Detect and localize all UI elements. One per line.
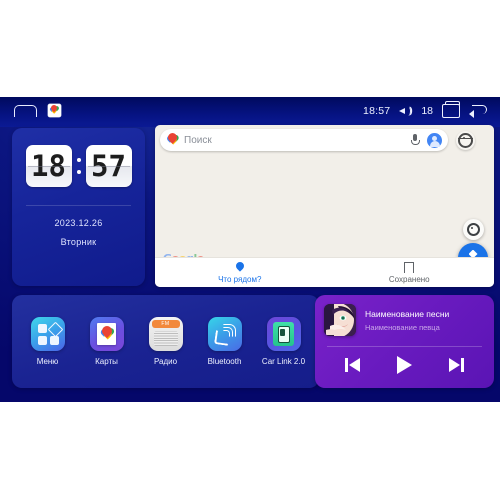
gear-icon — [458, 132, 473, 148]
search-input[interactable]: Поиск — [184, 135, 411, 146]
play-button[interactable] — [396, 356, 412, 374]
volume-level: 18 — [421, 104, 433, 117]
clock-hours: 18 — [25, 145, 72, 187]
radio-band-label: FM — [151, 320, 180, 328]
search-bar[interactable]: Поиск — [160, 129, 448, 151]
prev-track-button[interactable] — [345, 358, 361, 372]
car-head-unit-screen: 18:57 18 18 57 2023.12.26 Вторник Поиск — [0, 97, 500, 402]
bluetooth-phone-icon — [207, 317, 242, 351]
status-time: 18:57 — [363, 104, 391, 117]
nearby-tab[interactable]: Что рядом? — [155, 262, 325, 284]
status-bar-left — [0, 104, 61, 117]
media-divider — [327, 346, 482, 347]
clock-weekday: Вторник — [60, 237, 97, 247]
media-player-widget[interactable]: Наименование песни Наименование певца — [315, 295, 494, 388]
back-arrow-icon[interactable] — [469, 104, 487, 118]
app-bluetooth[interactable]: Bluetooth — [199, 317, 251, 366]
clock-widget[interactable]: 18 57 2023.12.26 Вторник — [12, 128, 145, 286]
map-search-row: Поиск — [155, 125, 494, 155]
next-track-button[interactable] — [448, 358, 464, 372]
home-icon[interactable] — [14, 104, 37, 117]
app-radio[interactable]: FM Радио — [140, 317, 192, 366]
clock-date: 2023.12.26 — [54, 218, 103, 228]
my-location-icon — [467, 223, 480, 236]
maps-icon — [89, 317, 124, 351]
track-artist: Наименование певца — [365, 322, 440, 332]
menu-grid-icon — [30, 317, 65, 351]
recent-apps-icon[interactable] — [442, 100, 460, 118]
map-footer: Что рядом? Сохранено — [155, 257, 494, 287]
status-bar: 18:57 18 — [0, 97, 500, 124]
app-car-link[interactable]: Car Link 2.0 — [258, 317, 310, 366]
media-text: Наименование песни Наименование певца — [365, 309, 449, 332]
google-maps-pin-icon — [167, 133, 178, 147]
microphone-icon[interactable] — [411, 133, 420, 147]
status-bar-right: 18:57 18 — [363, 100, 500, 118]
media-controls — [315, 356, 494, 374]
app-menu[interactable]: Меню — [22, 317, 74, 366]
clock-colon — [76, 158, 82, 174]
track-title: Наименование песни — [365, 308, 450, 319]
app-label: Радио — [153, 357, 178, 366]
account-avatar-icon[interactable] — [427, 132, 442, 148]
google-maps-icon[interactable] — [48, 104, 61, 117]
place-pin-icon — [236, 262, 244, 273]
saved-tab[interactable]: Сохранено — [325, 261, 495, 284]
radio-icon: FM — [148, 317, 183, 351]
app-label: Карты — [95, 357, 118, 366]
nearby-label: Что рядом? — [218, 274, 262, 284]
maps-widget[interactable]: Поиск Google СТАРТ Что рядом? — [155, 125, 494, 287]
car-link-icon — [266, 317, 301, 351]
media-info-row: Наименование песни Наименование певца — [315, 295, 494, 336]
volume-icon[interactable] — [399, 105, 412, 116]
app-label: Bluetooth — [207, 357, 242, 366]
app-label: Меню — [36, 357, 59, 366]
clock-divider — [26, 205, 131, 206]
app-dock: Меню Карты FM Радио Bluetooth Car Link 2… — [12, 295, 319, 388]
radio-speaker-grille — [153, 331, 178, 346]
map-settings-button[interactable] — [456, 130, 475, 150]
clock-minutes: 57 — [85, 145, 132, 187]
album-art-portrait-image — [324, 304, 356, 336]
flip-clock: 18 57 — [12, 145, 145, 187]
app-maps[interactable]: Карты — [81, 317, 133, 366]
app-label: Car Link 2.0 — [261, 357, 306, 366]
bookmark-icon — [403, 261, 415, 277]
album-art — [324, 304, 356, 336]
my-location-button[interactable] — [463, 219, 484, 240]
